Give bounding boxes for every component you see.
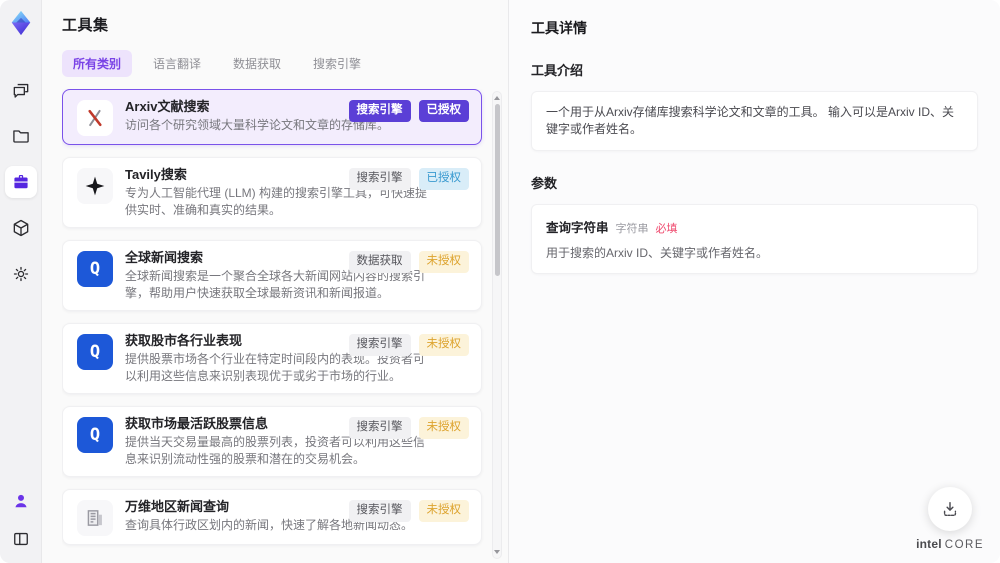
param-box: 查询字符串 字符串 必填 用于搜索的Arxiv ID、关键字或作者姓名。 <box>531 204 978 274</box>
tool-card[interactable]: Q 获取市场最活跃股票信息 提供当天交易量最高的股票列表，投资者可以利用这些信息… <box>62 406 482 477</box>
param-required-badge: 必填 <box>655 223 678 235</box>
tool-description: 提供当天交易量最高的股票列表，投资者可以利用这些信息来识别流动性强的股票和潜在的… <box>125 435 426 466</box>
intro-text: 一个用于从Arxiv存储库搜索科学论文和文章的工具。 输入可以是Arxiv ID… <box>546 105 955 136</box>
download-icon <box>943 502 957 517</box>
auth-status-badge: 已授权 <box>418 168 469 190</box>
news-search-icon: Q <box>77 334 113 370</box>
param-name: 查询字符串 <box>546 221 609 235</box>
auth-status-badge: 已授权 <box>418 100 469 122</box>
category-tab-0[interactable]: 所有类别 <box>62 50 133 77</box>
param-row: 查询字符串 字符串 必填 <box>546 217 963 236</box>
collapse-panel-icon[interactable] <box>7 525 35 553</box>
user-icon[interactable] <box>7 487 35 515</box>
auth-status-badge: 未授权 <box>418 417 469 439</box>
category-tab-1[interactable]: 语言翻译 <box>142 50 212 77</box>
folder-icon[interactable] <box>5 120 37 152</box>
params-heading: 参数 <box>531 176 558 191</box>
category-badge: 搜索引擎 <box>348 168 411 190</box>
cube-icon[interactable] <box>5 212 37 244</box>
tool-description: 专为人工智能代理 (LLM) 构建的搜索引擎工具，可快速提供实时、准确和真实的结… <box>125 186 428 217</box>
category-badge: 搜索引擎 <box>348 500 411 522</box>
gear-icon[interactable] <box>5 258 37 290</box>
auth-status-badge: 未授权 <box>418 334 469 356</box>
sparkle-icon <box>77 168 113 204</box>
category-badge: 数据获取 <box>348 251 411 273</box>
intro-box: 一个用于从Arxiv存储库搜索科学论文和文章的工具。 输入可以是Arxiv ID… <box>531 91 978 151</box>
scrollbar[interactable] <box>492 91 502 559</box>
arxiv-logo-icon <box>77 100 113 136</box>
page-title: 工具集 <box>62 17 109 34</box>
category-badge: 搜索引擎 <box>348 417 411 439</box>
scroll-up-arrow-icon[interactable] <box>494 96 500 100</box>
category-badge: 搜索引擎 <box>348 100 411 122</box>
app-window: 工具集 所有类别 语言翻译 数据获取 搜索引擎 Arxiv文献搜索 访问各个研究领域大… <box>0 0 1000 563</box>
download-button[interactable] <box>928 487 973 531</box>
news-search-icon: Q <box>77 251 113 287</box>
tool-card[interactable]: 万维地区新闻查询 查询具体行政区划内的新闻，快速了解各地新闻动态。 搜索引擎 未… <box>62 489 482 545</box>
sidebar-bottom <box>7 487 35 553</box>
param-description: 用于搜索的Arxiv ID、关键字或作者姓名。 <box>546 246 769 260</box>
toolset-panel: 工具集 所有类别 语言翻译 数据获取 搜索引擎 Arxiv文献搜索 访问各个研究领域大… <box>42 0 508 563</box>
floating-actions: intel CORE <box>916 487 984 551</box>
intel-core-logo: intel CORE <box>916 537 984 551</box>
auth-status-badge: 未授权 <box>418 500 469 522</box>
category-badge: 搜索引擎 <box>348 334 411 356</box>
scroll-down-arrow-icon[interactable] <box>494 550 500 554</box>
tool-list-area: Arxiv文献搜索 访问各个研究领域大量科学论文和文章的存储库。 搜索引擎 已授… <box>62 89 502 563</box>
left-sidebar <box>0 0 42 563</box>
app-logo-icon <box>8 10 34 36</box>
tool-list: Arxiv文献搜索 访问各个研究领域大量科学论文和文章的存储库。 搜索引擎 已授… <box>62 89 482 545</box>
news-search-icon: Q <box>77 417 113 453</box>
auth-status-badge: 未授权 <box>418 251 469 273</box>
tool-card[interactable]: Tavily搜索 专为人工智能代理 (LLM) 构建的搜索引擎工具，可快速提供实… <box>62 157 482 228</box>
intro-heading: 工具介绍 <box>531 63 584 78</box>
tool-card[interactable]: Arxiv文献搜索 访问各个研究领域大量科学论文和文章的存储库。 搜索引擎 已授… <box>62 89 482 145</box>
scrollbar-thumb[interactable] <box>494 104 500 276</box>
category-tabs: 所有类别 语言翻译 数据获取 搜索引擎 <box>62 50 508 77</box>
category-tab-2[interactable]: 数据获取 <box>222 50 292 77</box>
tool-card[interactable]: Q 获取股市各行业表现 提供股票市场各个行业在特定时间段内的表现。投资者可以利用… <box>62 323 482 394</box>
param-type: 字符串 <box>615 223 649 235</box>
chat-icon[interactable] <box>5 74 37 106</box>
building-news-icon <box>77 500 113 536</box>
tool-description: 全球新闻搜索是一个聚合全球各大新闻网站内容的搜索引擎，帮助用户快速获取全球最新资… <box>125 269 426 300</box>
category-tab-3[interactable]: 搜索引擎 <box>302 50 372 77</box>
tool-details-panel: 工具详情 工具介绍 一个用于从Arxiv存储库搜索科学论文和文章的工具。 输入可… <box>508 0 1000 563</box>
details-title: 工具详情 <box>531 20 587 36</box>
toolbox-icon[interactable] <box>4 166 37 198</box>
tool-card[interactable]: Q 全球新闻搜索 全球新闻搜索是一个聚合全球各大新闻网站内容的搜索引擎，帮助用户… <box>62 240 482 311</box>
tool-description: 提供股票市场各个行业在特定时间段内的表现。投资者可以利用这些信息来识别表现优于或… <box>125 352 426 383</box>
sidebar-nav <box>4 74 37 290</box>
